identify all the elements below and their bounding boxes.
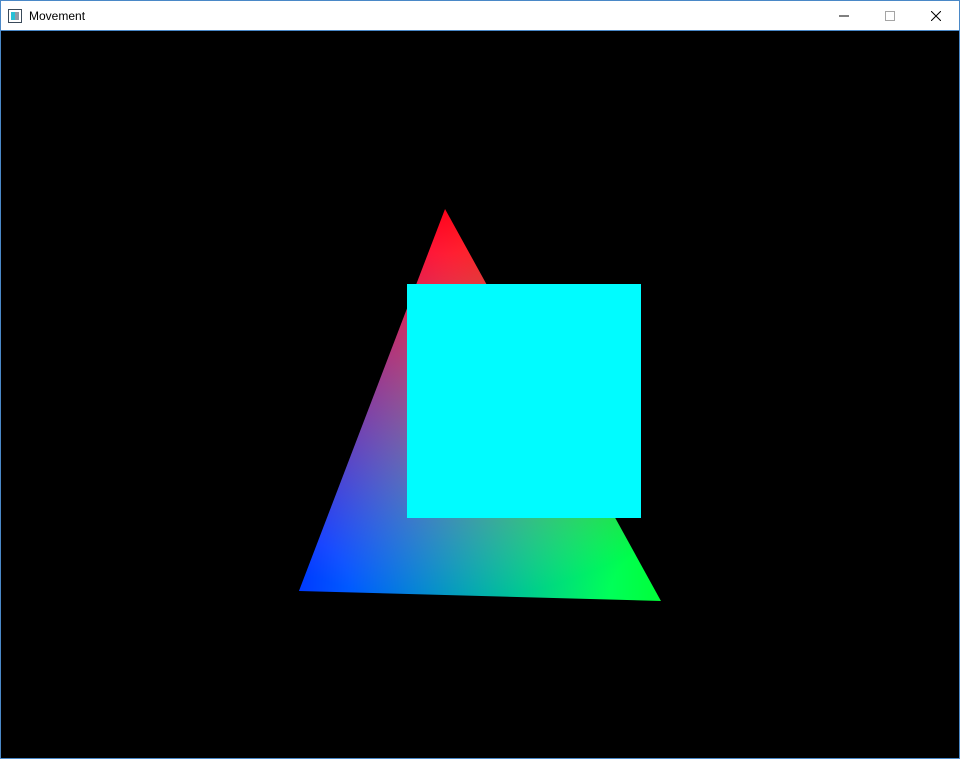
close-icon — [931, 11, 941, 21]
scene-root — [1, 31, 959, 758]
app-icon — [7, 8, 23, 24]
minimize-button[interactable] — [821, 1, 867, 30]
titlebar[interactable]: Movement — [1, 1, 959, 31]
render-viewport[interactable] — [1, 31, 959, 758]
cyan-square — [407, 284, 641, 518]
maximize-button — [867, 1, 913, 30]
maximize-icon — [885, 11, 895, 21]
minimize-icon — [839, 11, 849, 21]
window-title: Movement — [29, 9, 85, 23]
app-window: Movement — [0, 0, 960, 759]
titlebar-controls — [821, 1, 959, 30]
close-button[interactable] — [913, 1, 959, 30]
